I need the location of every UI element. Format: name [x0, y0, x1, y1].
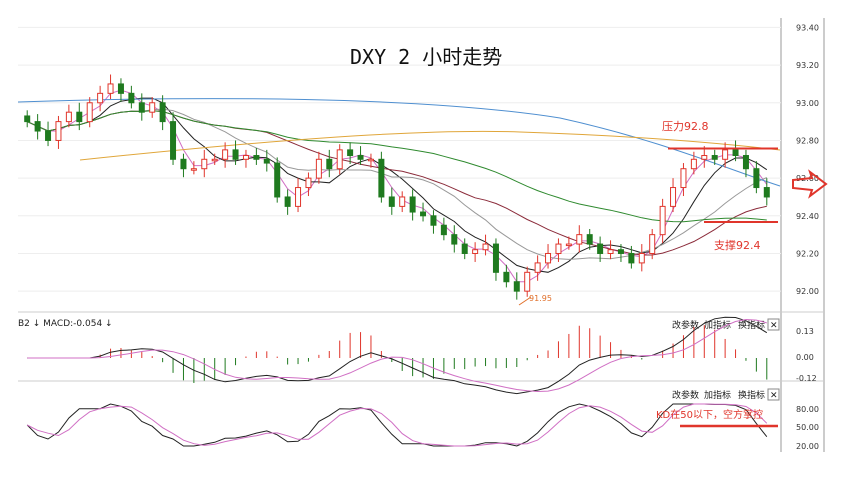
candle-body — [232, 149, 239, 160]
candle-body — [45, 130, 52, 141]
candle-body — [524, 271, 531, 292]
macd-tick-2: -0.12 — [796, 374, 817, 383]
candle-body — [357, 155, 364, 160]
candle-body — [149, 102, 156, 113]
candle-body — [201, 158, 208, 170]
candle-body — [628, 252, 635, 264]
candle-body — [513, 281, 520, 292]
chart-stage: DXY 2 小时走势 93.40 93.20 93.00 92.80 92.60 92.4… — [0, 0, 842, 490]
chart-title: DXY 2 小时走势 — [350, 45, 502, 69]
y-tick-label: 92.80 — [796, 136, 819, 145]
candle-body — [430, 215, 437, 226]
candle-body — [97, 92, 104, 104]
candle-body — [555, 243, 562, 254]
candle-body — [492, 243, 499, 273]
candle-body — [117, 83, 124, 94]
candle-body — [649, 234, 656, 254]
candle-body — [295, 187, 302, 207]
y-tick-label: 93.20 — [796, 61, 819, 70]
candle-body — [763, 187, 770, 198]
low-label: 91.95 — [529, 294, 552, 303]
candle-body — [34, 121, 41, 132]
candle-body — [107, 83, 114, 94]
candle-body — [211, 158, 218, 162]
candle-body — [586, 234, 593, 245]
candle-body — [388, 196, 395, 207]
candle-body — [534, 262, 541, 273]
candle-body — [617, 249, 624, 254]
candle-body — [367, 158, 374, 162]
y-tick-label: 92.40 — [796, 212, 819, 221]
candle-body — [461, 243, 468, 254]
candle-body — [180, 158, 187, 170]
candle-body — [451, 234, 458, 245]
candle-body — [565, 243, 572, 247]
macd-tick-0: 0.13 — [796, 327, 814, 336]
macd-tick-1: 0.00 — [796, 353, 814, 362]
candle-body — [263, 158, 270, 164]
candle-body — [711, 155, 718, 160]
dxy-chart: DXY 2 小时走势 93.4093.2093.0092.8092.6092.4… — [0, 0, 842, 490]
candle-body — [659, 205, 666, 236]
candle-body — [607, 249, 614, 254]
candle-body — [190, 168, 197, 171]
candle-body — [638, 252, 645, 264]
candle-body — [55, 121, 62, 141]
candle-body — [138, 102, 145, 113]
candle-body — [65, 111, 72, 123]
y-tick-label: 92.00 — [796, 287, 819, 296]
kd-tick-2: 20.00 — [796, 442, 819, 451]
candle-body — [242, 155, 249, 160]
candle-body — [336, 149, 343, 170]
close-icon[interactable]: ✕ — [770, 391, 778, 401]
candle-body — [576, 234, 583, 245]
candle-body — [670, 187, 677, 207]
candle-body — [409, 196, 416, 213]
candle-body — [284, 196, 291, 207]
y-tick-label: 93.00 — [796, 99, 819, 108]
candle-body — [305, 177, 312, 189]
candle-body — [690, 158, 697, 170]
candle-body — [86, 102, 93, 123]
kd-tick-1: 50.00 — [796, 423, 819, 432]
panel-tool-2[interactable]: 换指标 — [738, 389, 765, 401]
support-label: 支撑92.4 — [714, 238, 761, 252]
panel-tool-0[interactable]: 改参数 — [672, 389, 699, 401]
candle-body — [597, 243, 604, 254]
candle-body — [128, 92, 135, 104]
candle-body — [482, 243, 489, 251]
y-tick-label: 92.20 — [796, 249, 819, 258]
candle-body — [378, 158, 385, 198]
candle-body — [472, 249, 479, 254]
candle-body — [315, 158, 322, 179]
candle-body — [722, 149, 729, 160]
panel-tool-1[interactable]: 加指标 — [704, 389, 731, 401]
candle-body — [440, 224, 447, 236]
macd-header: B2 ↓ MACD:-0.054 ↓ — [18, 319, 113, 329]
candle-body — [274, 162, 281, 198]
kd-annotation: KD在50以下，空方掌控 — [656, 408, 763, 421]
candle-body — [24, 115, 31, 123]
candle-body — [222, 149, 229, 160]
candle-body — [76, 111, 83, 123]
kd-tick-0: 80.00 — [796, 405, 819, 414]
candle-body — [701, 155, 708, 160]
candle-body — [347, 149, 354, 157]
candle-body — [326, 158, 333, 170]
candle-body — [420, 211, 427, 217]
y-tick-label: 93.40 — [796, 23, 819, 32]
candle-body — [159, 102, 166, 123]
candle-body — [742, 155, 749, 170]
close-icon[interactable]: ✕ — [770, 321, 778, 331]
candle-body — [170, 121, 177, 160]
candle-body — [680, 168, 687, 189]
candle-body — [399, 196, 406, 207]
candle-body — [732, 149, 739, 157]
candle-body — [753, 168, 760, 189]
candle-body — [503, 271, 510, 283]
resistance-label: 压力92.8 — [662, 120, 709, 133]
candle-body — [545, 252, 552, 264]
candle-body — [253, 155, 260, 160]
